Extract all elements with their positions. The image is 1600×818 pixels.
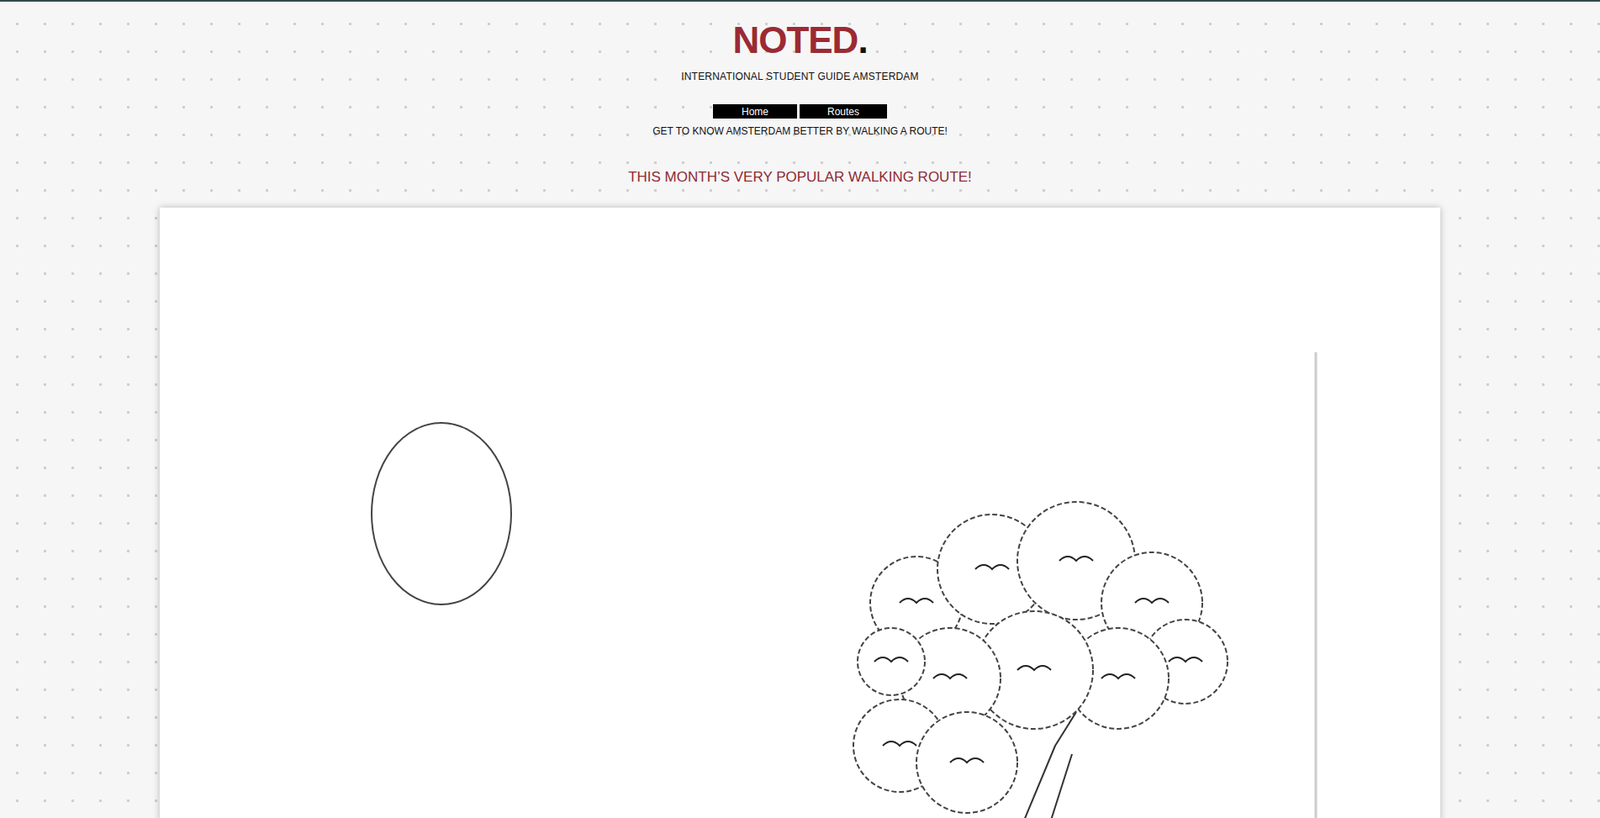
tagline: GET TO KNOW AMSTERDAM BETTER BY WALKING … bbox=[652, 125, 948, 138]
subtitle: INTERNATIONAL STUDENT GUIDE AMSTERDAM bbox=[681, 70, 919, 83]
route-card bbox=[159, 207, 1441, 818]
page: NOTED. INTERNATIONAL STUDENT GUIDE AMSTER… bbox=[0, 0, 1600, 818]
nav-button[interactable]: Routes bbox=[799, 104, 888, 119]
logo-dot: . bbox=[857, 19, 867, 61]
nav-button[interactable]: Home bbox=[712, 104, 798, 119]
logo[interactable]: NOTED. bbox=[732, 21, 867, 59]
nav-bar: HomeRoutes bbox=[712, 104, 888, 119]
route-illustration-icon bbox=[159, 207, 1441, 818]
feature-title: THIS MONTH’S VERY POPULAR WALKING ROUTE! bbox=[628, 168, 972, 186]
